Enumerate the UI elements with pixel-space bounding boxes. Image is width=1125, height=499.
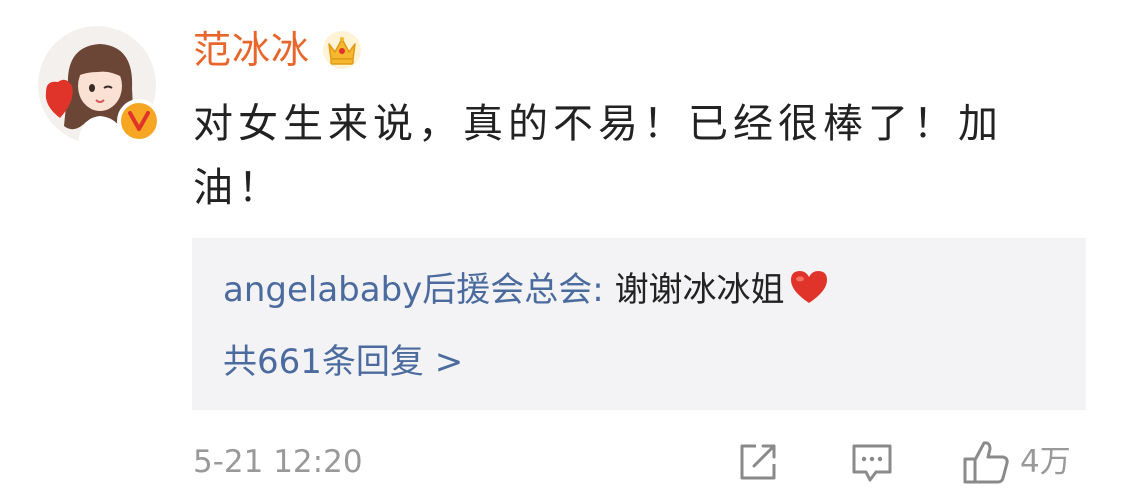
reply-text: 谢谢冰冰姐 [614, 270, 785, 310]
comment-icon [852, 444, 892, 482]
comment-footer: 5-21 12:20 4万 [193, 438, 1093, 486]
timestamp: 5-21 12:20 [193, 444, 363, 480]
username-row: 范冰冰 [193, 22, 362, 78]
like-count: 4万 [1020, 444, 1071, 480]
reply-preview[interactable]: angelababy后援会总会: 谢谢冰冰姐 共661条回复 > [192, 238, 1086, 410]
share-button[interactable] [736, 438, 780, 486]
username[interactable]: 范冰冰 [193, 31, 310, 69]
reply-line: angelababy后援会总会: 谢谢冰冰姐 [223, 266, 829, 314]
avatar[interactable] [38, 26, 161, 144]
comment-text: 对女生来说，真的不易！已经很棒了！加油！ [193, 101, 1003, 211]
like-button[interactable]: 4万 [962, 438, 1071, 486]
thumbs-up-icon [963, 441, 1009, 484]
view-replies-link[interactable]: 共661条回复 > [223, 338, 463, 386]
share-icon [740, 444, 776, 480]
comment-button[interactable] [850, 438, 894, 486]
heart-icon [789, 269, 829, 305]
crown-icon[interactable] [322, 30, 362, 70]
reply-author[interactable]: angelababy后援会总会 [223, 270, 592, 310]
reply-colon: : [592, 270, 615, 310]
verified-badge-icon [117, 99, 161, 143]
